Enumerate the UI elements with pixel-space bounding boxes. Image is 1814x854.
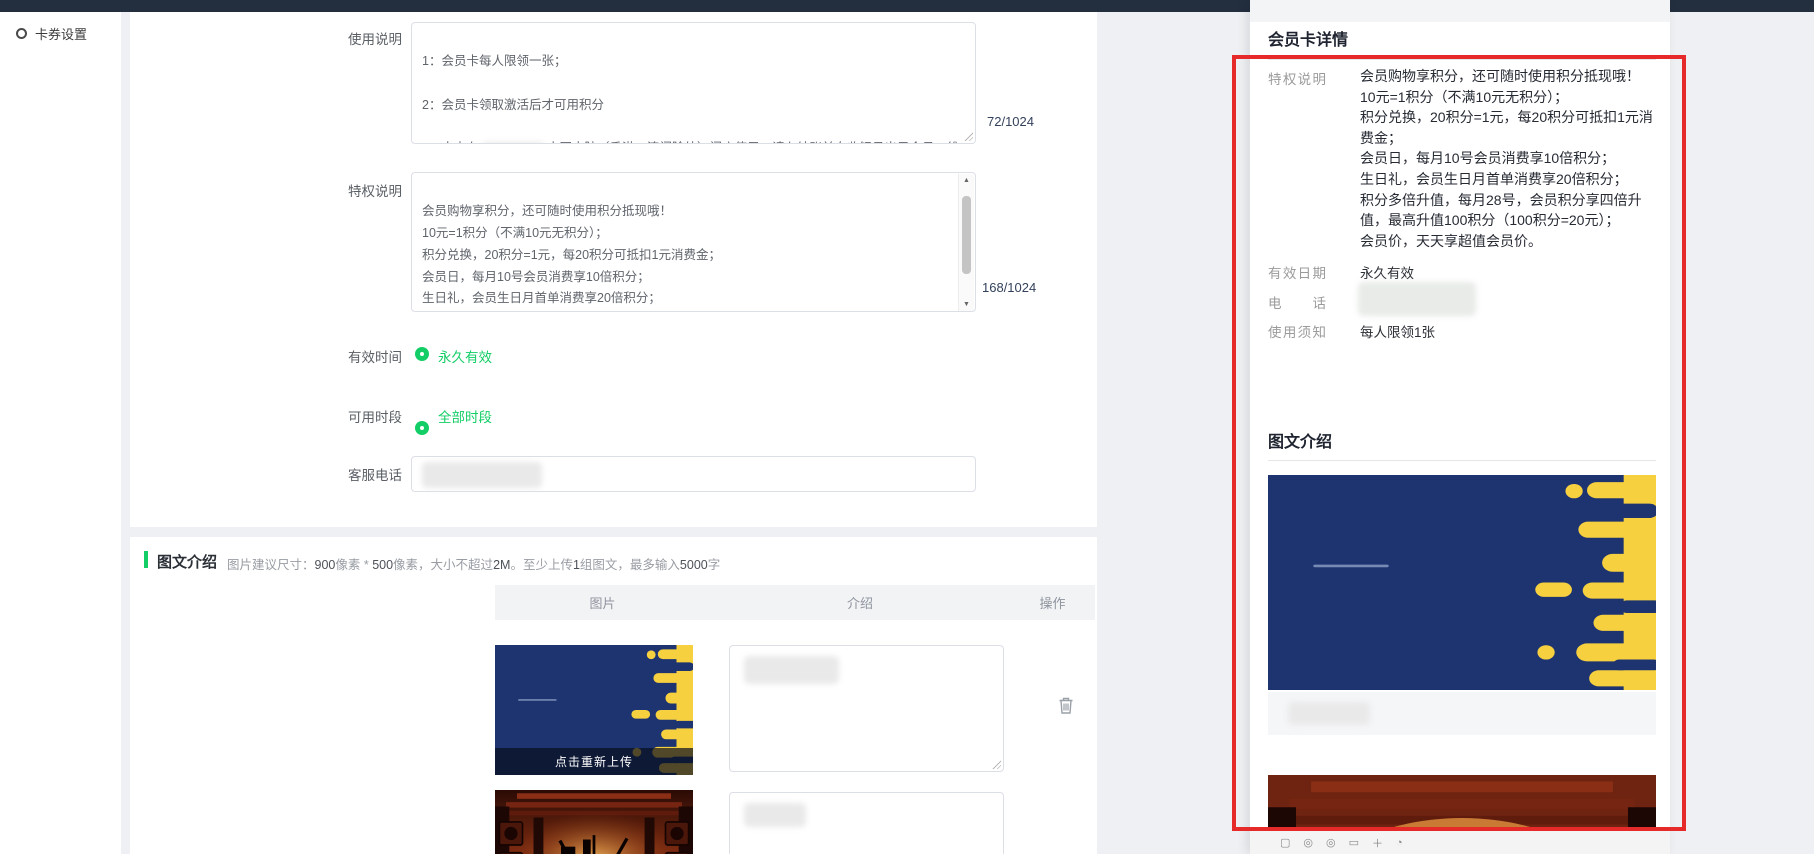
delete-row-button[interactable] — [1058, 697, 1074, 719]
clock-icon[interactable]: ◔ — [1396, 837, 1403, 849]
privilege-char-counter: 168/1024 — [982, 280, 1036, 295]
reupload-overlay[interactable]: 点击重新上传 — [495, 748, 693, 775]
redacted-phone-value — [422, 462, 542, 488]
member-card-blue-image — [1268, 475, 1656, 690]
intro-table-header: 图片 介绍 操作 — [495, 585, 1095, 620]
drawer-valid-value: 永久有效 — [1360, 262, 1414, 282]
column-header-image: 图片 — [495, 593, 710, 612]
scrollbar-thumb[interactable] — [962, 196, 971, 274]
time-slot-radio[interactable] — [415, 421, 429, 435]
card-icon[interactable]: ▭ — [1349, 836, 1359, 849]
drawer-intro-image-1 — [1268, 475, 1656, 690]
anime-room-image — [1268, 775, 1656, 831]
intro-image-upload-2[interactable] — [495, 790, 693, 854]
privilege-textarea[interactable]: 会员购物享积分，还可随时使用积分抵现哦！ 10元=1积分（不满10元无积分）； … — [411, 172, 976, 312]
drawer-privilege-label: 特权说明 — [1268, 68, 1326, 88]
drawer-privilege-text: 会员购物享积分，还可随时使用积分抵现哦！ 10元=1积分（不满10元无积分）； … — [1360, 66, 1656, 251]
drawer-valid-label: 有效日期 — [1268, 262, 1326, 282]
usage-char-counter: 72/1024 — [987, 114, 1034, 129]
redacted-drawer-phone — [1358, 282, 1476, 316]
circle-bullet-icon — [16, 28, 27, 39]
drawer-image-caption-1 — [1268, 692, 1656, 735]
redacted-intro-text-1 — [744, 656, 839, 684]
plus-icon[interactable]: ＋ — [1372, 835, 1383, 851]
scroll-down-icon[interactable]: ▼ — [959, 298, 974, 312]
card-settings-form-card: 使用说明 1：会员卡每人限领一张； 2：会员卡领取激活后才可用积分 3：本卡在中… — [130, 12, 1097, 527]
time-slot-option[interactable]: 全部时段 — [438, 406, 492, 426]
redacted-intro-text-2 — [744, 803, 806, 827]
intro-section-hint: 图片建议尺寸：900像素 * 500像素，大小不超过2M。至少上传1组图文，最多… — [227, 554, 720, 573]
section-accent-bar — [144, 551, 148, 568]
sidebar-item-card-settings[interactable]: 卡券设置 — [16, 24, 87, 43]
intro-section-card: 图文介绍 图片建议尺寸：900像素 * 500像素，大小不超过2M。至少上传1组… — [130, 537, 1097, 854]
intro-section-title: 图文介绍 — [157, 551, 217, 572]
service-phone-input[interactable] — [411, 456, 976, 492]
drawer-title: 会员卡详情 — [1268, 26, 1348, 50]
column-header-operation: 操作 — [1010, 593, 1095, 612]
valid-time-label: 有效时间 — [280, 346, 402, 366]
drawer-intro-divider — [1268, 460, 1656, 461]
drawer-notice-label: 使用须知 — [1268, 321, 1326, 341]
textarea-resize-handle[interactable] — [991, 759, 1001, 769]
drawer-phone-label: 电话 — [1268, 292, 1326, 312]
valid-time-option[interactable]: 永久有效 — [438, 346, 492, 366]
sidebar-item-label: 卡券设置 — [35, 24, 87, 43]
privilege-label: 特权说明 — [280, 180, 402, 200]
drawer-top-strip — [1250, 0, 1670, 22]
usage-label: 使用说明 — [280, 28, 402, 48]
drawer-intro-title: 图文介绍 — [1268, 428, 1332, 452]
member-card-preview-drawer: 会员卡详情 特权说明 会员购物享积分，还可随时使用积分抵现哦！ 10元=1积分（… — [1250, 0, 1670, 854]
page: 卡券设置 使用说明 1：会员卡每人限领一张； 2：会员卡领取激活后才可用积分 3… — [0, 0, 1814, 854]
textarea-scrollbar[interactable]: ▲ ▼ — [958, 174, 974, 312]
column-header-intro: 介绍 — [710, 593, 1010, 612]
scroll-up-icon[interactable]: ▲ — [959, 174, 974, 188]
drawer-title-divider — [1268, 59, 1656, 60]
image-frame-icon[interactable]: ▢ — [1280, 836, 1290, 849]
drawer-notice-value: 每人限领1张 — [1360, 321, 1435, 341]
time-slot-label: 可用时段 — [280, 406, 402, 426]
drawer-bottom-toolbar: ▢ ◎ ◎ ▭ ＋ ◔ — [1250, 831, 1670, 854]
intro-textarea-2[interactable] — [729, 792, 1004, 854]
drawer-intro-image-2 — [1268, 775, 1656, 831]
emoji-icon[interactable]: ◎ — [1303, 836, 1313, 849]
textarea-resize-handle[interactable] — [963, 131, 973, 141]
intro-textarea-1[interactable] — [729, 645, 1004, 772]
valid-time-radio[interactable] — [415, 347, 429, 361]
usage-textarea[interactable]: 1：会员卡每人限领一张； 2：会员卡领取激活后才可用积分 3：本卡在中国大陆（香… — [411, 22, 976, 144]
redacted-brand-name — [482, 142, 544, 144]
service-phone-label: 客服电话 — [280, 464, 402, 484]
anime-room-image — [495, 790, 693, 854]
intro-image-upload-1[interactable]: 点击重新上传 — [495, 645, 693, 775]
emoji-icon[interactable]: ◎ — [1326, 836, 1336, 849]
trash-icon — [1058, 697, 1074, 714]
sidebar: 卡券设置 — [0, 12, 121, 854]
redacted-caption-text — [1288, 702, 1370, 725]
textarea-resize-handle[interactable] — [966, 311, 976, 312]
